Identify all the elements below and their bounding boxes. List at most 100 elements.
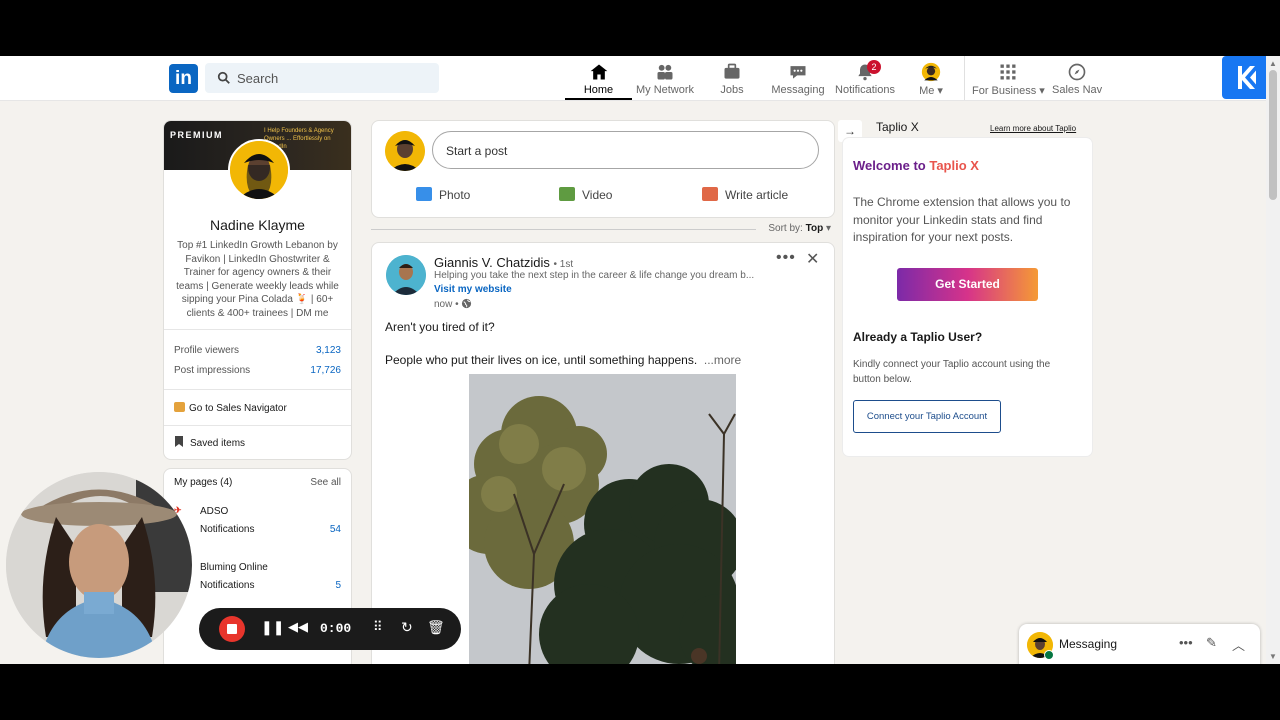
page-notifications-adso[interactable]: Notifications 54 [200,524,341,535]
connect-account-button[interactable]: Connect your Taplio Account [853,400,1001,433]
top-nav: in Search Home My Network Jobs Messaging… [0,56,1266,101]
sales-nav-icon [174,402,185,412]
divider [164,389,351,390]
profile-name[interactable]: Nadine Klayme [164,217,351,233]
post-menu-icon[interactable]: ••• [776,249,796,267]
close-icon[interactable]: ✕ [806,249,819,269]
taplio-toggle-button[interactable] [1222,56,1266,99]
restart-icon[interactable]: ↻ [401,619,413,636]
nav-my-network[interactable]: My Network [634,60,696,100]
scroll-down-icon[interactable]: ▼ [1269,652,1277,661]
composer-avatar[interactable] [385,131,425,171]
pause-icon[interactable]: ❚❚ [261,619,284,636]
chevron-up-icon[interactable]: ︿ [1232,635,1245,654]
nav-notifications[interactable]: 2 Notifications [834,60,896,100]
get-started-button[interactable]: Get Started [897,268,1038,301]
author-name-line[interactable]: Giannis V. Chatzidis • 1st [434,255,573,270]
profile-card: PREMIUM I Help Founders & Agency Owners … [163,120,352,460]
scroll-up-icon[interactable]: ▲ [1269,59,1277,68]
post-time-text: now • [434,299,459,310]
home-icon [590,64,607,80]
visit-website-link[interactable]: Visit my website [434,284,512,295]
see-more-link[interactable]: ...more [704,353,741,367]
nav-home-label: Home [583,84,614,96]
recorder-toolbar: ❚❚ ◀◀ 0:00 ⠿ ↻ 🗑 [199,608,461,650]
sort-label: Sort by: [768,223,803,234]
webcam-bubble[interactable] [6,472,192,658]
nav-for-business[interactable]: For Business ▾ [972,60,1045,100]
stat-label: Post impressions [174,365,251,376]
stop-record-button[interactable] [219,616,245,642]
linkedin-logo[interactable]: in [169,64,198,93]
video-label: Video [582,188,613,202]
avatar-illustration [230,141,288,199]
profile-avatar[interactable] [228,139,290,201]
author-headline: Helping you take the next step in the ca… [434,270,755,281]
author-avatar[interactable] [386,255,426,295]
search-icon [217,71,230,84]
nav-messaging[interactable]: Messaging [770,60,826,100]
messaging-label: Messaging [1059,637,1118,651]
photo-button[interactable]: Photo [416,185,470,205]
grid-icon [1000,64,1016,80]
compass-icon [1068,63,1086,81]
sort-dropdown[interactable]: Sort by: Top ▾ [768,223,831,234]
page-sub: Notifications [200,580,255,591]
scrollbar-thumb[interactable] [1269,70,1277,200]
nav-jobs-label: Jobs [720,84,744,96]
nav-sales-nav-label: Sales Nav [1052,84,1103,96]
bookmark-icon [175,436,183,447]
people-icon [657,64,673,80]
nav-for-business-label-wrap: For Business ▾ [972,85,1045,97]
saved-items-link[interactable]: Saved items [174,436,245,449]
page-item-bluming[interactable]: Bluming Online [200,562,341,573]
start-post-input[interactable]: Start a post [432,131,819,169]
stat-post-impressions[interactable]: Post impressions 17,726 [174,365,341,376]
nav-jobs[interactable]: Jobs [706,60,758,100]
chat-icon [790,66,806,79]
grid-dots-icon[interactable]: ⠿ [373,619,383,635]
connection-degree: • 1st [553,259,574,270]
search-input[interactable]: Search [205,63,439,93]
see-all-link[interactable]: See all [310,477,341,488]
stat-label: Profile viewers [174,345,240,356]
trees-photo [469,374,736,664]
article-icon [702,187,718,201]
taplio-welcome: Welcome to Taplio X [853,158,979,173]
sales-navigator-link[interactable]: Go to Sales Navigator [174,402,287,414]
already-user-heading: Already a Taplio User? [853,330,983,344]
nav-divider [964,56,965,100]
post-image[interactable] [469,374,736,664]
more-icon[interactable]: ••• [1179,635,1193,650]
stop-icon [227,624,237,634]
profile-headline: Top #1 LinkedIn Growth Lebanon by Faviko… [176,240,339,319]
sort-divider [371,229,756,230]
messaging-overlay[interactable]: Messaging ••• ✎ ︿ [1019,624,1260,664]
stat-profile-viewers[interactable]: Profile viewers 3,123 [174,345,341,356]
taplio-description: The Chrome extension that allows you to … [853,195,1071,244]
page-scrollbar[interactable]: ▲ ▼ [1266,56,1280,664]
nav-sales-nav[interactable]: Sales Nav [1052,60,1102,100]
recording-timer: 0:00 [320,621,352,636]
page-item-adso[interactable]: ADSO [200,506,341,517]
briefcase-icon [724,63,740,79]
avatar-illustration [386,255,426,295]
trash-icon[interactable]: 🗑 [427,619,445,636]
video-button[interactable]: Video [559,185,612,205]
learn-more-link[interactable]: Learn more about Taplio [990,124,1076,133]
globe-icon [462,298,472,309]
caret-down-icon: ▾ [825,223,831,234]
page-notifications-bluming[interactable]: Notifications 5 [200,580,341,591]
post-time: now • [434,298,472,310]
avatar-illustration [385,131,425,171]
write-article-button[interactable]: Write article [702,185,788,205]
my-pages-title: My pages (4) [174,477,233,488]
post-text-body: People who put their lives on ice, until… [385,353,698,367]
rewind-icon[interactable]: ◀◀ [288,619,308,635]
nav-me[interactable]: Me ▾ [912,60,950,100]
photo-icon [416,187,432,201]
post-text-line-2: People who put their lives on ice, until… [385,353,741,367]
nav-for-business-label: For Business [972,85,1037,97]
nav-home[interactable]: Home [565,60,632,100]
compose-icon[interactable]: ✎ [1206,635,1217,651]
